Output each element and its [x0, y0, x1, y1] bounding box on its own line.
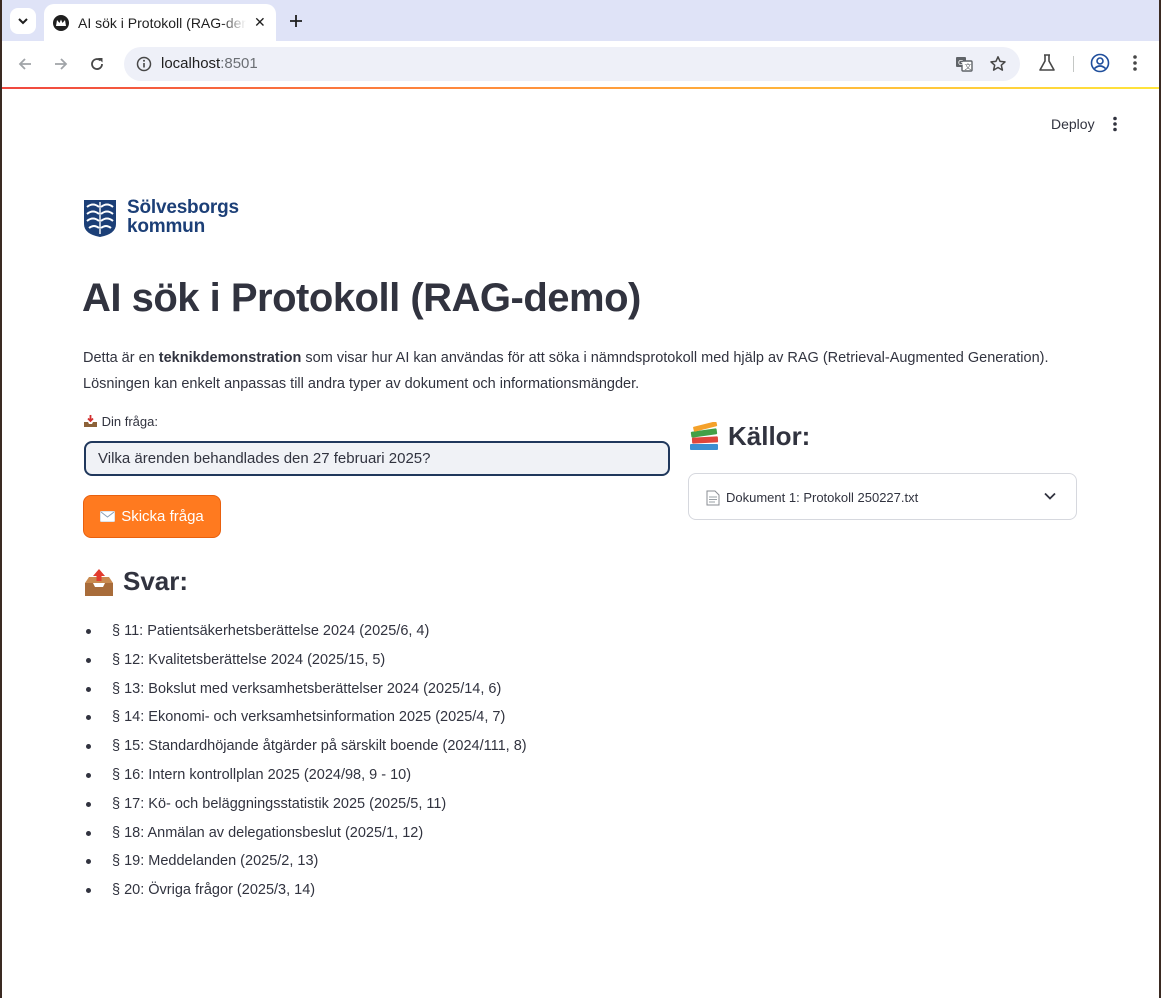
answer-list: § 11: Patientsäkerhetsberättelse 2024 (2…	[86, 617, 527, 905]
tab-title: AI sök i Protokoll (RAG-demo)	[78, 14, 246, 31]
page-title: AI sök i Protokoll (RAG-demo)	[82, 276, 641, 320]
svg-text:文: 文	[965, 62, 972, 71]
source-expander[interactable]: Dokument 1: Protokoll 250227.txt	[688, 473, 1077, 520]
submit-query-button[interactable]: Skicka fråga	[83, 495, 221, 538]
outbox-tray-icon	[85, 568, 113, 596]
plus-icon	[290, 15, 302, 27]
intro-text: Detta är en teknikdemonstration som visa…	[83, 350, 1049, 392]
books-icon	[690, 421, 719, 450]
chevron-down-icon	[18, 18, 28, 25]
source-expander-label: Dokument 1: Protokoll 250227.txt	[726, 490, 919, 505]
answer-item: § 15: Standardhöjande åtgärder på särski…	[86, 732, 527, 761]
browser-tab[interactable]: AI sök i Protokoll (RAG-demo) ✕	[44, 4, 276, 41]
answer-item: § 14: Ekonomi- och verksamhetsinformatio…	[86, 703, 527, 732]
query-label: Din fråga:	[83, 414, 158, 429]
query-input[interactable]	[84, 441, 670, 476]
arrow-left-icon	[18, 58, 31, 70]
answer-heading: Svar:	[83, 566, 188, 597]
streamlit-crown-icon	[53, 14, 69, 31]
reload-button[interactable]	[84, 51, 110, 77]
logo-wordmark: Sölvesborgs kommun	[127, 197, 239, 237]
info-icon[interactable]	[136, 56, 152, 72]
back-button[interactable]	[12, 51, 38, 77]
app-menu-icon[interactable]	[1112, 115, 1118, 133]
answer-item: § 12: Kvalitetsberättelse 2024 (2025/15,…	[86, 646, 527, 675]
browser-toolbar: localhost:8501 G文	[2, 41, 1159, 87]
tab-strip: AI sök i Protokoll (RAG-demo) ✕	[2, 0, 1159, 41]
answer-item: § 13: Bokslut med verksamhetsberättelser…	[86, 675, 527, 704]
inbox-tray-icon	[84, 415, 97, 427]
reload-icon	[91, 58, 103, 70]
new-tab-button[interactable]	[284, 9, 308, 33]
answer-item: § 20: Övriga frågor (2025/3, 14)	[86, 876, 527, 905]
envelope-icon	[100, 511, 116, 522]
answer-item: § 11: Patientsäkerhetsberättelse 2024 (2…	[86, 617, 527, 646]
arrow-right-icon	[55, 58, 68, 70]
translate-icon[interactable]: G文	[955, 55, 973, 73]
close-icon[interactable]: ✕	[254, 14, 266, 31]
forward-button[interactable]	[48, 51, 74, 77]
page-icon	[706, 490, 720, 506]
address-bar[interactable]: localhost:8501 G文	[124, 47, 1020, 81]
tab-search-button[interactable]	[10, 8, 36, 34]
browser-window: AI sök i Protokoll (RAG-demo) ✕ localhos…	[2, 0, 1159, 998]
sources-heading: Källor:	[688, 421, 810, 452]
answer-item: § 17: Kö- och beläggningsstatistik 2025 …	[86, 790, 527, 819]
streamlit-header-decoration	[2, 87, 1159, 89]
chevron-down-icon[interactable]	[1043, 489, 1057, 503]
answer-item: § 16: Intern kontrollplan 2025 (2024/98,…	[86, 761, 527, 790]
solvesborg-logo-icon	[84, 200, 116, 237]
star-icon[interactable]	[989, 55, 1007, 73]
profile-icon[interactable]	[1090, 53, 1110, 73]
answer-item: § 18: Anmälan av delegationsbeslut (2025…	[86, 819, 527, 848]
svg-text:G: G	[958, 59, 963, 67]
url-text: localhost:8501	[161, 55, 258, 72]
toolbar-divider	[1073, 56, 1074, 72]
answer-item: § 19: Meddelanden (2025/2, 13)	[86, 847, 527, 876]
deploy-button[interactable]: Deploy	[1051, 116, 1095, 132]
labs-flask-icon[interactable]	[1038, 53, 1056, 73]
browser-menu-icon[interactable]	[1132, 53, 1138, 73]
